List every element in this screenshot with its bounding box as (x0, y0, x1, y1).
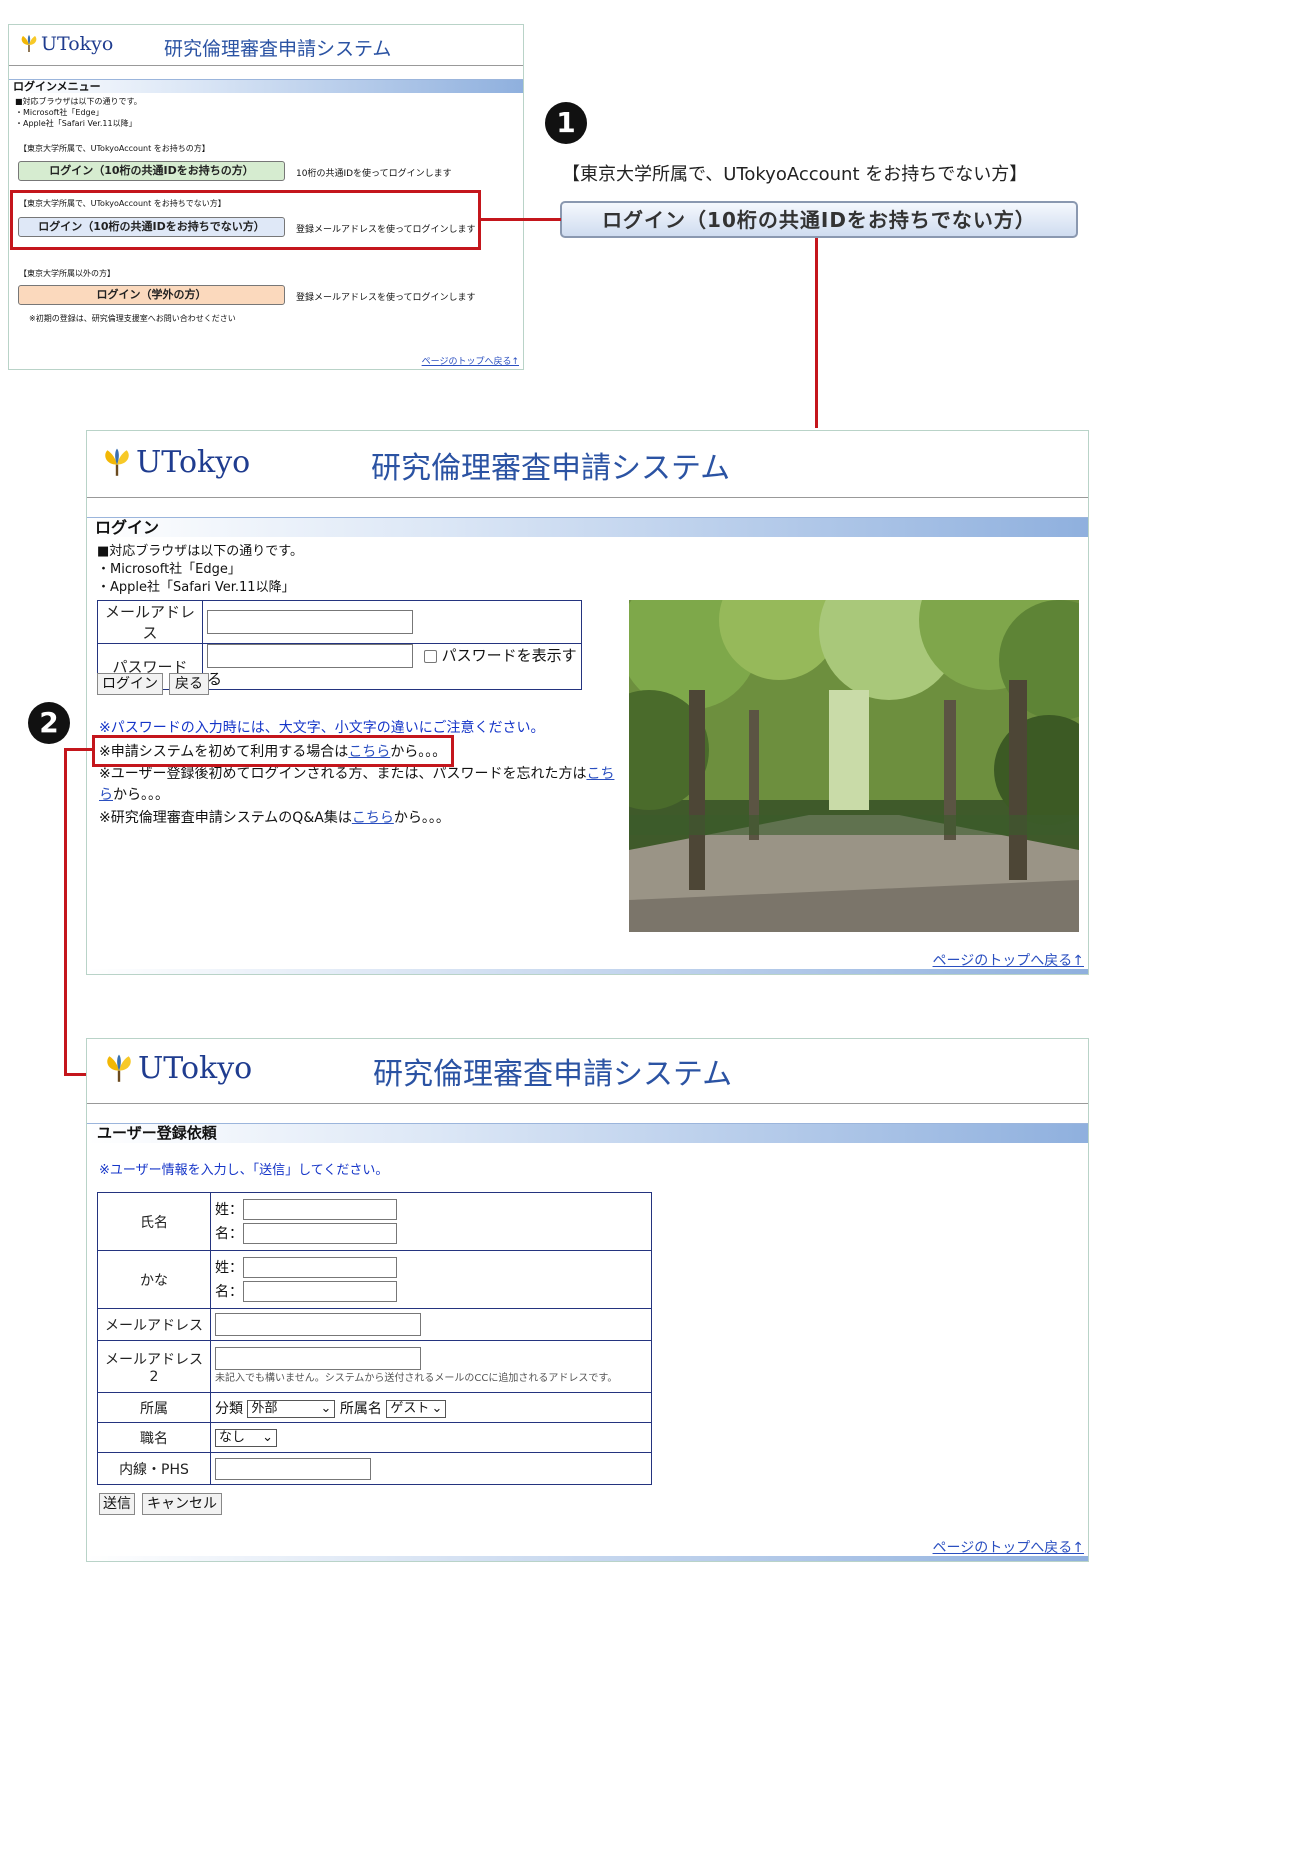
browser-note-line: ・Microsoft社「Edge」 (15, 108, 104, 117)
ginkgo-icon (101, 447, 133, 479)
faq-text: ※研究倫理審査申請システムのQ&A集は (99, 810, 352, 826)
kana-label: かな (97, 1250, 211, 1309)
position-value: なし (219, 1429, 246, 1445)
case-notice: ※パスワードの入力時には、大文字、小文字の違いにご注意ください。 (99, 720, 545, 736)
connector-line (815, 238, 818, 428)
page-top-link[interactable]: ページのトップへ戻る↑ (422, 354, 519, 367)
phone-label: 内線・PHS (97, 1452, 211, 1485)
group1-desc: 10桁の共通IDを使ってログインします (296, 169, 452, 179)
login-with-id-button[interactable]: ログイン（10桁の共通IDをお持ちの方） (18, 161, 285, 181)
last-name-input[interactable] (243, 1199, 397, 1220)
system-title: 研究倫理審査申請システム (373, 1057, 733, 1092)
category-value: 外部 (251, 1400, 278, 1416)
connector-line (481, 218, 561, 221)
email-input[interactable] (215, 1313, 421, 1336)
footer-bar (87, 1556, 1088, 1561)
page-top-link[interactable]: ページのトップへ戻る↑ (933, 1537, 1084, 1557)
email-input[interactable] (207, 610, 413, 634)
sei-label: 姓： (215, 1201, 243, 1218)
first-name-input[interactable] (243, 1223, 397, 1244)
affiliation-name-value: ゲスト (390, 1400, 430, 1416)
faq-link[interactable]: こちら (352, 810, 394, 826)
logo-text: UTokyo (41, 33, 114, 55)
utokyo-logo: UTokyo (19, 33, 113, 55)
browser-note-line: ・Microsoft社「Edge」 (97, 562, 241, 577)
panel-header: UTokyo 研究倫理審査申請システム (87, 1039, 1088, 1104)
registration-form: 氏名 姓： 名： かな 姓： 名： メールアドレス メールアドレス2 未記入でも… (97, 1192, 652, 1485)
highlight-box (92, 735, 454, 767)
mei-label: 名： (215, 1283, 243, 1300)
chevron-down-icon: ⌄ (262, 1429, 273, 1445)
email-label: メールアドレス (97, 1308, 211, 1341)
ginkgo-icon (103, 1053, 135, 1085)
first-login-text: ※ユーザー登録後初めてログインされる方、または、パスワードを忘れた方は (99, 766, 587, 782)
footnote: ※初期の登録は、研究倫理支援室へお問い合わせください (29, 314, 236, 323)
phone-input[interactable] (215, 1457, 371, 1480)
affiliation-name-label: 所属名 (339, 1400, 382, 1417)
ginkgo-icon (19, 34, 39, 54)
affiliation-name-select[interactable]: ゲスト ⌄ (386, 1399, 447, 1418)
connector-line (64, 748, 67, 1076)
group3-desc: 登録メールアドレスを使ってログインします (296, 293, 476, 303)
email2-label: メールアドレス2 (97, 1340, 211, 1393)
cancel-button[interactable]: キャンセル (142, 1493, 222, 1515)
park-photo (629, 600, 1079, 932)
page-top-link[interactable]: ページのトップへ戻る↑ (933, 950, 1084, 970)
user-registration-panel: UTokyo 研究倫理審査申請システム ユーザー登録依頼 ※ユーザー情報を入力し… (86, 1038, 1089, 1562)
system-title: 研究倫理審査申請システム (164, 38, 392, 60)
chevron-down-icon: ⌄ (431, 1400, 443, 1416)
browser-note-line: ■対応ブラウザは以下の通りです。 (97, 544, 303, 559)
affiliation-label: 所属 (97, 1392, 211, 1423)
utokyo-logo: UTokyo (101, 445, 250, 480)
login-external-button[interactable]: ログイン（学外の方） (18, 285, 285, 305)
panel-header: UTokyo 研究倫理審査申請システム (9, 25, 523, 66)
login-button[interactable]: ログイン (97, 673, 163, 695)
highlight-box (10, 190, 481, 250)
faq-suffix: から。。。 (393, 810, 450, 826)
callout-label: 【東京大学所属で、UTokyoAccount をお持ちでない方】 (562, 164, 1028, 185)
chevron-down-icon: ⌄ (320, 1400, 332, 1416)
browser-note: ■対応ブラウザは以下の通りです。 ・Microsoft社「Edge」 ・Appl… (97, 543, 303, 597)
position-select[interactable]: なし ⌄ (215, 1428, 277, 1447)
logo-text: UTokyo (138, 1051, 253, 1086)
first-name-kana-input[interactable] (243, 1281, 397, 1302)
position-label: 職名 (97, 1422, 211, 1453)
name-label: 氏名 (97, 1192, 211, 1251)
section-title: ログインメニュー (9, 79, 523, 93)
first-login-suffix: から。。。 (113, 787, 169, 803)
system-title: 研究倫理審査申請システム (371, 451, 731, 486)
logo-text: UTokyo (136, 445, 251, 480)
back-button[interactable]: 戻る (169, 673, 209, 695)
browser-note-line: ・Apple社「Safari Ver.11以降」 (15, 119, 137, 128)
show-password-checkbox[interactable] (423, 649, 437, 663)
mei-label: 名： (215, 1225, 243, 1242)
category-label: 分類 (215, 1400, 243, 1417)
faq-line: ※研究倫理審査申請システムのQ&A集はこちらから。。。 (99, 807, 450, 827)
browser-note-line: ・Apple社「Safari Ver.11以降」 (97, 580, 295, 595)
instruction: ※ユーザー情報を入力し、「送信」してください。 (99, 1163, 389, 1178)
browser-note: ■対応ブラウザは以下の通りです。 ・Microsoft社「Edge」 ・Appl… (15, 96, 142, 129)
panel-header: UTokyo 研究倫理審査申請システム (87, 431, 1088, 498)
step-1-badge: 1 (545, 102, 587, 144)
step-2-badge: 2 (28, 702, 70, 744)
email2-input[interactable] (215, 1347, 421, 1370)
login-panel: UTokyo 研究倫理審査申請システム ログイン ■対応ブラウザは以下の通りです… (86, 430, 1089, 975)
last-name-kana-input[interactable] (243, 1257, 397, 1278)
email2-note: 未記入でも構いません。システムから送付されるメールのCCに追加されるアドレスです… (215, 1373, 618, 1384)
connector-line (64, 748, 94, 751)
section-title: ログイン (87, 517, 1088, 537)
send-button[interactable]: 送信 (99, 1493, 135, 1515)
callout-login-button: ログイン（10桁の共通IDをお持ちでない方） (560, 201, 1078, 238)
group3-label: 【東京大学所属以外の方】 (19, 269, 115, 278)
first-login-line: ※ユーザー登録後初めてログインされる方、または、パスワードを忘れた方はこちらから… (99, 764, 624, 806)
browser-note-line: ■対応ブラウザは以下の通りです。 (15, 97, 142, 106)
password-input[interactable] (207, 644, 413, 668)
group1-label: 【東京大学所属で、UTokyoAccount をお持ちの方】 (19, 144, 210, 153)
email-label: メールアドレス (97, 600, 203, 644)
category-select[interactable]: 外部 ⌄ (247, 1399, 336, 1418)
sei-label: 姓： (215, 1259, 243, 1276)
section-title: ユーザー登録依頼 (87, 1123, 1088, 1143)
footer-bar (87, 969, 1088, 974)
utokyo-logo: UTokyo (103, 1051, 252, 1086)
